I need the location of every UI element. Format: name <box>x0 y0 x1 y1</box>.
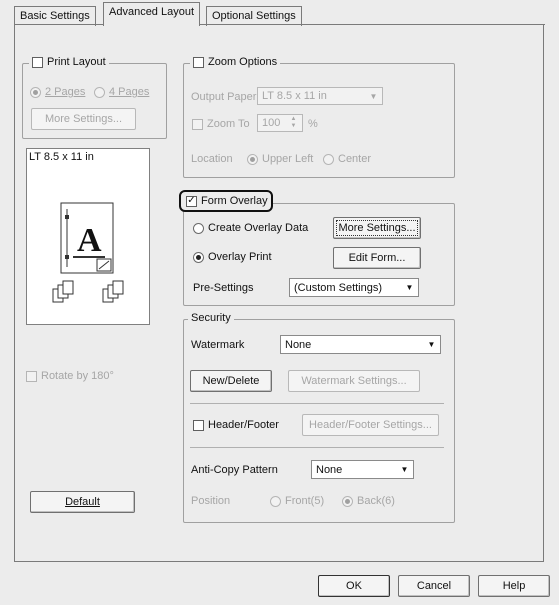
tab-divider <box>14 24 545 25</box>
watermark-label: Watermark <box>191 339 245 351</box>
spinner-arrows-icon: ▲ ▼ <box>290 116 297 129</box>
layout-preview-pane: LT 8.5 x 11 in A <box>26 148 150 325</box>
zoom-options-legend[interactable]: Zoom Options <box>190 56 281 68</box>
position-back[interactable]: Back(6) <box>342 495 395 507</box>
tab-optional-settings[interactable]: Optional Settings <box>206 6 302 26</box>
zoom-percent-sign: % <box>308 118 318 130</box>
create-overlay-radio[interactable] <box>193 222 204 234</box>
cancel-button[interactable]: Cancel <box>398 575 470 597</box>
zoom-percent-spinner[interactable]: 100 ▲ ▼ <box>257 114 303 132</box>
form-overlay-highlight[interactable]: ✓ Form Overlay <box>179 190 273 212</box>
output-paper-value: LT 8.5 x 11 in <box>262 90 327 102</box>
security-separator-1 <box>190 403 444 404</box>
location-upper-left-label: Upper Left <box>262 153 314 165</box>
radio-2-pages-indicator[interactable] <box>30 86 41 98</box>
rotate-180-option[interactable]: Rotate by 180° <box>26 370 114 382</box>
radio-2-pages[interactable]: 2 Pages <box>30 86 85 98</box>
header-footer-option[interactable]: Header/Footer <box>193 419 279 431</box>
security-separator-2 <box>190 447 444 448</box>
form-overlay-checkbox[interactable]: ✓ <box>186 195 197 207</box>
zoom-to-label: Zoom To <box>207 118 250 130</box>
zoom-options-checkbox[interactable] <box>193 56 204 68</box>
presettings-select[interactable]: (Custom Settings) ▼ <box>289 278 419 297</box>
location-upper-left[interactable]: Upper Left <box>247 153 313 165</box>
location-center-label: Center <box>338 153 372 165</box>
zoom-options-label: Zoom Options <box>208 56 278 68</box>
copies-icon-right <box>102 280 124 303</box>
position-back-radio[interactable] <box>342 495 353 507</box>
create-overlay-label: Create Overlay Data <box>208 222 309 234</box>
location-center[interactable]: Center <box>323 153 371 165</box>
chevron-down-icon: ▼ <box>427 340 436 349</box>
rotate-180-label: Rotate by 180° <box>41 370 114 382</box>
header-footer-label: Header/Footer <box>208 419 279 431</box>
default-button[interactable]: Default <box>30 491 135 513</box>
location-center-radio[interactable] <box>323 153 334 165</box>
rotate-180-checkbox[interactable] <box>26 370 37 382</box>
radio-4-pages-label: 4 Pages <box>109 86 150 98</box>
edit-form-button[interactable]: Edit Form... <box>333 247 421 269</box>
tab-basic-settings[interactable]: Basic Settings <box>14 6 96 26</box>
header-footer-checkbox[interactable] <box>193 419 204 431</box>
presettings-value: (Custom Settings) <box>294 281 383 294</box>
tab-advanced-layout[interactable]: Advanced Layout <box>103 2 201 26</box>
position-label: Position <box>191 495 231 507</box>
security-legend: Security <box>188 312 234 324</box>
anticopy-label: Anti-Copy Pattern <box>191 464 278 476</box>
watermark-value: None <box>285 338 312 351</box>
zoom-to-option[interactable]: Zoom To <box>192 118 250 130</box>
presettings-label: Pre-Settings <box>193 282 254 294</box>
chevron-down-icon: ▼ <box>405 283 414 292</box>
location-label: Location <box>191 153 233 165</box>
watermark-settings-button[interactable]: Watermark Settings... <box>288 370 420 392</box>
copies-icon-left <box>52 280 74 303</box>
chevron-down-icon: ▼ <box>400 465 409 474</box>
position-front[interactable]: Front(5) <box>270 495 324 507</box>
radio-4-pages-indicator[interactable] <box>94 86 105 98</box>
position-front-radio[interactable] <box>270 495 281 507</box>
overlay-print-label: Overlay Print <box>208 251 272 263</box>
output-paper-select[interactable]: LT 8.5 x 11 in ▼ <box>257 87 383 105</box>
location-upper-left-radio[interactable] <box>247 153 258 165</box>
overlay-print-option[interactable]: Overlay Print <box>193 251 272 263</box>
zoom-to-checkbox[interactable] <box>192 118 203 130</box>
overlay-print-radio[interactable] <box>193 251 204 263</box>
radio-2-pages-label: 2 Pages <box>45 86 86 98</box>
print-layout-checkbox[interactable] <box>32 56 43 68</box>
print-layout-legend[interactable]: Print Layout <box>29 56 109 68</box>
create-overlay-option[interactable]: Create Overlay Data <box>193 222 308 234</box>
page-preview-icon: A <box>52 202 124 303</box>
position-back-label: Back(6) <box>357 495 395 507</box>
radio-4-pages[interactable]: 4 Pages <box>94 86 149 98</box>
output-paper-label: Output Paper <box>191 91 257 103</box>
anticopy-value: None <box>316 463 343 476</box>
layout-more-settings-button[interactable]: More Settings... <box>31 108 136 130</box>
overlay-more-settings-button[interactable]: More Settings... <box>333 217 421 239</box>
form-overlay-label: Form Overlay <box>201 195 268 207</box>
watermark-select[interactable]: None ▼ <box>280 335 441 354</box>
position-front-label: Front(5) <box>285 495 325 507</box>
help-button[interactable]: Help <box>478 575 550 597</box>
anticopy-select[interactable]: None ▼ <box>311 460 414 479</box>
chevron-down-icon: ▼ <box>369 91 378 101</box>
preview-letter: A <box>77 222 102 259</box>
print-layout-label: Print Layout <box>47 56 106 68</box>
header-footer-settings-button[interactable]: Header/Footer Settings... <box>302 414 439 436</box>
new-delete-button[interactable]: New/Delete <box>190 370 272 392</box>
ok-button[interactable]: OK <box>318 575 390 597</box>
zoom-percent-value: 100 <box>262 117 281 129</box>
